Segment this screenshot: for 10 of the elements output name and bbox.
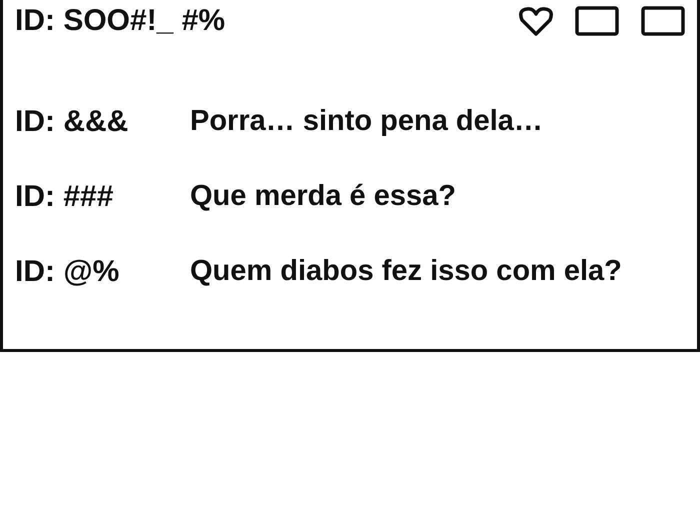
square-icon[interactable] <box>575 6 619 36</box>
user-id: ID: &&& <box>15 104 130 138</box>
user-id: ID: @% <box>15 254 120 288</box>
comment-text: Porra… sinto pena dela… <box>190 105 543 138</box>
user-id: ID: ### <box>15 180 114 214</box>
heart-icon[interactable] <box>519 6 553 36</box>
user-id: ID: SOO#!_ #% <box>15 4 226 38</box>
comment-text: Que merda é essa? <box>190 180 456 213</box>
comment-text: Quem diabos fez isso com ela? <box>190 255 622 288</box>
square-icon[interactable] <box>641 6 685 36</box>
